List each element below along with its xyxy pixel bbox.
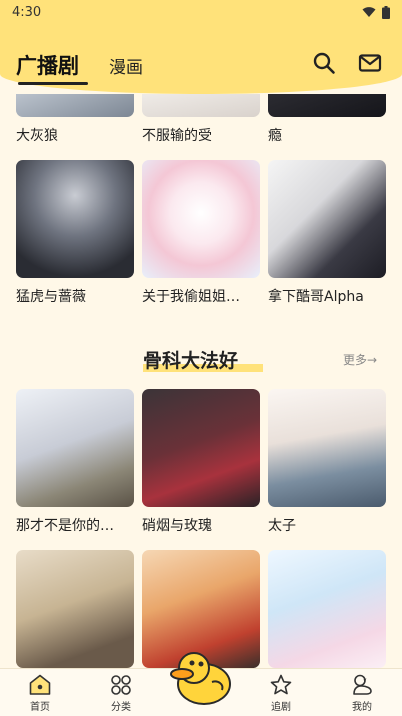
list-item[interactable]: 拿下酷哥Alpha — [268, 160, 386, 305]
cover-image — [268, 389, 386, 507]
top-header: 广播剧 漫画 — [0, 24, 402, 94]
cover-title: 太子 — [268, 518, 296, 534]
cover-title: 不服输的受 — [142, 128, 212, 144]
tab-underline — [18, 82, 88, 85]
list-item[interactable]: 太子 — [268, 389, 386, 534]
cover-title: 硝烟与玫瑰 — [142, 518, 212, 534]
cover-image — [142, 160, 260, 278]
list-item[interactable]: 硝烟与玫瑰 — [142, 389, 260, 534]
duck-mascot-icon[interactable] — [168, 650, 234, 706]
profile-icon — [353, 674, 372, 695]
more-link[interactable]: 更多→ — [343, 351, 377, 368]
cover-title: 拿下酷哥Alpha — [268, 289, 364, 305]
cover-title: 那才不是你的… — [16, 518, 114, 534]
list-item[interactable]: 大灰狼 — [16, 94, 134, 144]
cover-image — [142, 389, 260, 507]
content-feed[interactable]: 大灰狼 不服输的受 瘾 猛虎与蔷薇 关于我偷姐姐… 拿下酷哥Alpha 骨科大法… — [0, 94, 402, 668]
cover-image — [142, 94, 260, 117]
cover-title: 瘾 — [268, 128, 282, 144]
status-bar: 4:30 — [0, 0, 402, 24]
cover-title: 猛虎与蔷薇 — [16, 289, 86, 305]
list-item[interactable] — [16, 550, 134, 668]
tab-radio-drama[interactable]: 广播剧 — [16, 50, 79, 80]
search-icon[interactable] — [312, 51, 336, 75]
list-item[interactable]: 那才不是你的… — [16, 389, 134, 534]
cover-title: 关于我偷姐姐… — [142, 289, 240, 305]
list-item[interactable] — [268, 550, 386, 668]
cover-image — [268, 160, 386, 278]
nav-home[interactable]: 首页 — [10, 673, 70, 713]
cover-image — [16, 94, 134, 117]
category-icon — [111, 675, 131, 695]
list-item[interactable]: 猛虎与蔷薇 — [16, 160, 134, 305]
list-item[interactable]: 不服输的受 — [142, 94, 260, 144]
cover-image — [16, 160, 134, 278]
status-time: 4:30 — [12, 4, 42, 20]
cover-image — [16, 389, 134, 507]
nav-profile[interactable]: 我的 — [332, 673, 392, 713]
nav-follow[interactable]: 追剧 — [251, 673, 311, 713]
wifi-icon — [362, 7, 376, 17]
section-title: 骨科大法好 — [143, 346, 263, 373]
mail-icon[interactable] — [358, 51, 382, 75]
cover-title: 大灰狼 — [16, 128, 58, 144]
list-item[interactable]: 瘾 — [268, 94, 386, 144]
cover-image — [268, 550, 386, 668]
cover-image — [268, 94, 386, 117]
battery-icon — [382, 5, 390, 19]
nav-category[interactable]: 分类 — [91, 673, 151, 713]
cover-image — [16, 550, 134, 668]
star-icon — [270, 674, 292, 695]
home-icon — [29, 674, 51, 695]
list-item[interactable]: 关于我偷姐姐… — [142, 160, 260, 305]
tab-comics[interactable]: 漫画 — [109, 53, 143, 78]
